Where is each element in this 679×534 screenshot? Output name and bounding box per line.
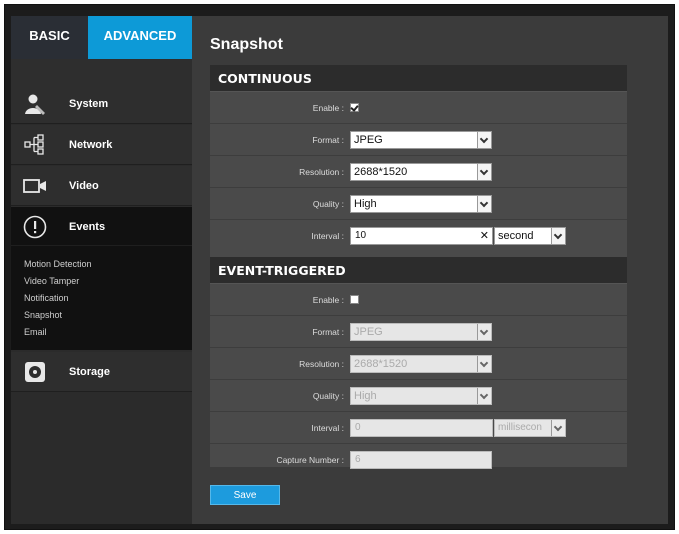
chevron-down-icon bbox=[551, 420, 565, 436]
exclamation-circle-icon bbox=[23, 215, 47, 239]
event-interval-input[interactable]: 0 bbox=[350, 419, 493, 437]
continuous-format-select[interactable]: JPEG bbox=[350, 131, 492, 149]
chevron-down-icon bbox=[477, 356, 491, 372]
sidebar: BASIC ADVANCED System Network Video Even… bbox=[11, 16, 200, 524]
event-quality-value: High bbox=[354, 390, 377, 402]
sidebar-filler bbox=[11, 393, 192, 524]
chevron-down-icon bbox=[477, 196, 491, 212]
event-interval-value: 0 bbox=[355, 422, 361, 433]
event-quality-row: Quality : High bbox=[210, 380, 627, 412]
sidebar-item-storage-label: Storage bbox=[69, 366, 110, 378]
continuous-format-value: JPEG bbox=[354, 134, 383, 146]
sidebar-item-events-label: Events bbox=[69, 221, 106, 233]
continuous-header: CONTINUOUS bbox=[210, 65, 627, 92]
continuous-enable-label: Enable : bbox=[312, 103, 344, 113]
event-capture-label: Capture Number : bbox=[276, 455, 344, 465]
submenu-email[interactable]: Email bbox=[11, 324, 192, 341]
event-interval-row: Interval : 0 millisecon bbox=[210, 412, 627, 444]
continuous-interval-unit-select[interactable]: second bbox=[494, 227, 566, 245]
event-quality-label: Quality : bbox=[312, 391, 344, 401]
submenu-video-tamper[interactable]: Video Tamper bbox=[11, 273, 192, 290]
chevron-down-icon bbox=[477, 324, 491, 340]
sidebar-item-system-label: System bbox=[69, 98, 109, 110]
network-tree-icon bbox=[23, 133, 47, 157]
continuous-format-label: Format : bbox=[312, 135, 344, 145]
sidebar-spacer bbox=[11, 59, 192, 84]
continuous-interval-input[interactable]: 10 ✕ bbox=[350, 227, 493, 245]
event-resolution-label: Resolution : bbox=[299, 359, 344, 369]
main-panel: Snapshot CONTINUOUS Enable : Format : JP… bbox=[192, 16, 668, 524]
event-triggered-header: EVENT-TRIGGERED bbox=[210, 257, 627, 284]
continuous-quality-row: Quality : High bbox=[210, 188, 627, 220]
events-submenu: Motion Detection Video Tamper Notificati… bbox=[11, 246, 192, 350]
continuous-enable-row: Enable : bbox=[210, 92, 627, 124]
continuous-quality-value: High bbox=[354, 198, 377, 210]
continuous-resolution-label: Resolution : bbox=[299, 167, 344, 177]
continuous-resolution-row: Resolution : 2688*1520 bbox=[210, 156, 627, 188]
event-triggered-section: EVENT-TRIGGERED Enable : Format : JPEG R… bbox=[210, 257, 627, 469]
submenu-snapshot[interactable]: Snapshot bbox=[11, 307, 192, 324]
continuous-interval-unit-value: second bbox=[498, 230, 534, 242]
tab-basic[interactable]: BASIC bbox=[11, 16, 88, 59]
continuous-section: CONTINUOUS Enable : Format : JPEG Resolu… bbox=[210, 65, 627, 258]
event-capture-value: 6 bbox=[355, 454, 361, 465]
continuous-quality-label: Quality : bbox=[312, 199, 344, 209]
continuous-format-row: Format : JPEG bbox=[210, 124, 627, 156]
mode-tabs: BASIC ADVANCED bbox=[11, 16, 192, 67]
event-format-row: Format : JPEG bbox=[210, 316, 627, 348]
continuous-quality-select[interactable]: High bbox=[350, 195, 492, 213]
page-title: Snapshot bbox=[210, 36, 283, 53]
continuous-interval-row: Interval : 10 ✕ second bbox=[210, 220, 627, 252]
continuous-resolution-value: 2688*1520 bbox=[354, 166, 408, 178]
sidebar-item-system[interactable]: System bbox=[11, 84, 192, 124]
sidebar-item-video[interactable]: Video bbox=[11, 166, 192, 206]
event-capture-input[interactable]: 6 bbox=[350, 451, 492, 469]
chevron-down-icon bbox=[477, 164, 491, 180]
event-format-select[interactable]: JPEG bbox=[350, 323, 492, 341]
event-resolution-row: Resolution : 2688*1520 bbox=[210, 348, 627, 380]
video-camera-icon bbox=[23, 174, 47, 198]
event-enable-label: Enable : bbox=[312, 295, 344, 305]
clear-icon[interactable]: ✕ bbox=[480, 228, 489, 244]
disk-icon bbox=[23, 360, 47, 384]
event-enable-checkbox[interactable] bbox=[350, 295, 359, 304]
event-format-value: JPEG bbox=[354, 326, 383, 338]
event-quality-select[interactable]: High bbox=[350, 387, 492, 405]
sidebar-item-network-label: Network bbox=[69, 139, 113, 151]
event-interval-label: Interval : bbox=[311, 423, 344, 433]
event-capture-row: Capture Number : 6 bbox=[210, 444, 627, 476]
chevron-down-icon bbox=[551, 228, 565, 244]
submenu-motion-detection[interactable]: Motion Detection bbox=[11, 256, 192, 273]
continuous-enable-checkbox[interactable] bbox=[350, 103, 359, 112]
event-resolution-select[interactable]: 2688*1520 bbox=[350, 355, 492, 373]
event-format-label: Format : bbox=[312, 327, 344, 337]
continuous-resolution-select[interactable]: 2688*1520 bbox=[350, 163, 492, 181]
event-enable-row: Enable : bbox=[210, 284, 627, 316]
tab-advanced[interactable]: ADVANCED bbox=[88, 16, 192, 67]
admin-user-icon bbox=[23, 92, 47, 116]
save-button[interactable]: Save bbox=[210, 485, 280, 505]
sidebar-item-storage[interactable]: Storage bbox=[11, 352, 192, 392]
submenu-notification[interactable]: Notification bbox=[11, 290, 192, 307]
chevron-down-icon bbox=[477, 388, 491, 404]
sidebar-item-video-label: Video bbox=[69, 180, 99, 192]
event-resolution-value: 2688*1520 bbox=[354, 358, 408, 370]
event-interval-unit-value: millisecon bbox=[498, 422, 542, 433]
chevron-down-icon bbox=[477, 132, 491, 148]
sidebar-item-events[interactable]: Events bbox=[11, 207, 200, 246]
event-interval-unit-select[interactable]: millisecon bbox=[494, 419, 566, 437]
tab-advanced-label: ADVANCED bbox=[103, 28, 177, 43]
continuous-interval-label: Interval : bbox=[311, 231, 344, 241]
continuous-interval-value: 10 bbox=[355, 230, 367, 241]
sidebar-item-network[interactable]: Network bbox=[11, 125, 192, 165]
